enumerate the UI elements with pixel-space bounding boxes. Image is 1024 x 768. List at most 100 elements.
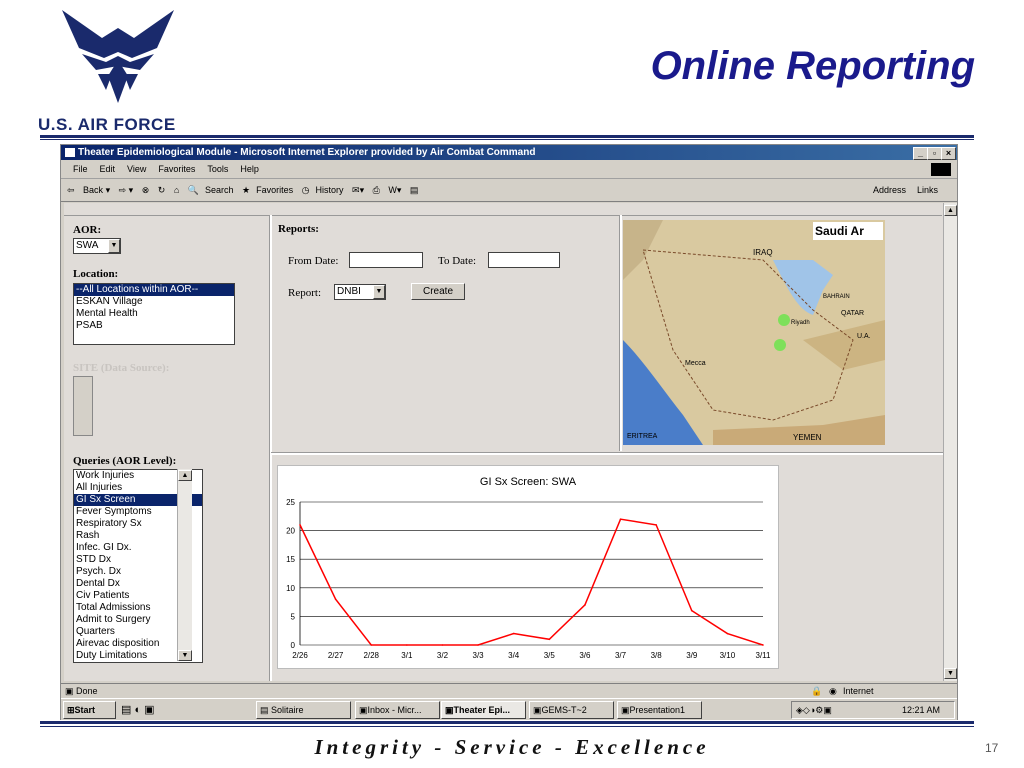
zone-text: Internet <box>843 686 874 696</box>
map-label-yemen: YEMEN <box>793 433 822 442</box>
chevron-down-icon[interactable]: ▼ <box>373 285 385 299</box>
aor-select[interactable]: SWA ▼ <box>73 238 121 254</box>
y-tick-label: 10 <box>286 584 295 593</box>
address-label[interactable]: Address <box>873 179 906 201</box>
list-item[interactable]: PSAB <box>74 320 234 332</box>
menu-favorites[interactable]: Favorites <box>158 164 195 174</box>
task-gems[interactable]: ▣GEMS-T~2 <box>529 701 614 719</box>
data-point <box>477 644 479 646</box>
windows-logo-icon <box>931 163 951 176</box>
menu-edit[interactable]: Edit <box>100 164 116 174</box>
chart-title: GI Sx Screen: SWA <box>480 476 577 488</box>
x-tick-label: 3/10 <box>720 651 736 660</box>
data-point <box>334 598 337 601</box>
x-tick-label: 2/26 <box>292 651 308 660</box>
taskbar: ⊞Start ▤ ◐ ▣ ▤ Solitaire ▣Inbox - Micr..… <box>61 698 957 720</box>
map-label-qatar: QATAR <box>841 310 864 317</box>
map-label-eritrea: ERITREA <box>627 433 658 440</box>
minimize-button[interactable]: _ <box>913 147 928 160</box>
data-point <box>584 604 586 606</box>
list-item[interactable]: ESKAN Village <box>74 296 234 308</box>
map-label-mecca: Mecca <box>685 360 706 367</box>
queries-label: Queries (AOR Level): <box>73 455 177 467</box>
toolbar: ⇦ Back ▾ ⇨ ▾ ⊗ ↻ ⌂ 🔍 Search ★ Favorites ◷ H… <box>61 179 957 202</box>
page-content: ▲ ▼ AOR: SWA ▼ Location: --All Locations … <box>64 203 957 681</box>
slide-title: Online Reporting <box>650 44 975 88</box>
list-item[interactable]: Mental Health <box>74 308 234 320</box>
site-list[interactable] <box>73 376 93 436</box>
system-tray: ◈◇◑⚙▣ 12:21 AM <box>791 701 955 719</box>
discuss-icon[interactable]: ▤ <box>410 185 419 195</box>
footer-rule-thin <box>40 726 974 727</box>
air-force-logo <box>62 10 174 103</box>
list-item[interactable]: --All Locations within AOR-- <box>74 284 234 296</box>
ie-icon <box>65 148 75 157</box>
x-tick-label: 2/27 <box>328 651 344 660</box>
map-label-iraq: IRAQ <box>753 248 773 257</box>
page-number: 17 <box>985 741 999 755</box>
x-tick-label: 3/1 <box>401 651 413 660</box>
data-point <box>726 632 729 635</box>
back-button[interactable]: ⇦ Back ▾ <box>67 185 110 195</box>
forward-button[interactable]: ⇨ ▾ <box>119 185 134 195</box>
report-label: Report: <box>288 287 321 299</box>
vertical-scrollbar[interactable]: ▲ ▼ <box>943 203 957 681</box>
task-theater-epi[interactable]: ▣Theater Epi... <box>441 701 526 719</box>
data-point <box>512 632 515 635</box>
from-date-input[interactable] <box>349 252 423 268</box>
scroll-down-icon[interactable]: ▼ <box>944 668 957 679</box>
scroll-up-icon[interactable]: ▲ <box>178 470 192 481</box>
close-button[interactable]: × <box>941 147 956 160</box>
y-tick-label: 0 <box>291 641 296 650</box>
links-label[interactable]: Links <box>917 179 938 201</box>
menu-file[interactable]: File <box>73 164 88 174</box>
mail-icon[interactable]: ✉▾ <box>352 185 364 195</box>
queries-scrollbar[interactable]: ▲ ▼ <box>177 469 192 661</box>
data-point <box>441 644 444 646</box>
maximize-button[interactable]: ▫ <box>927 147 942 160</box>
menu-view[interactable]: View <box>127 164 146 174</box>
to-date-input[interactable] <box>488 252 560 268</box>
y-tick-label: 5 <box>291 612 296 621</box>
menu-tools[interactable]: Tools <box>207 164 228 174</box>
y-tick-label: 15 <box>286 555 295 564</box>
tray-icons[interactable]: ◈◇◑⚙▣ <box>796 705 832 715</box>
scroll-down-icon[interactable]: ▼ <box>178 650 192 661</box>
menu-help[interactable]: Help <box>240 164 259 174</box>
refresh-icon[interactable]: ↻ <box>158 185 166 195</box>
map-divider <box>619 215 622 451</box>
saudi-arabia-map: Saudi Ar IRAQ YEMEN QATAR BAHRAIN Riyadh… <box>623 220 885 445</box>
x-tick-label: 3/6 <box>579 651 591 660</box>
header-rule-thin <box>40 139 974 140</box>
quick-launch-icons[interactable]: ▤ ◐ ▣ <box>121 703 155 716</box>
print-icon[interactable]: ⎙ <box>373 185 380 195</box>
air-force-wordmark: U.S. AIR FORCE <box>38 115 176 134</box>
task-presentation[interactable]: ▣Presentation1 <box>617 701 702 719</box>
stop-icon[interactable]: ⊗ <box>142 185 150 195</box>
start-button[interactable]: ⊞Start <box>63 701 116 719</box>
data-point <box>762 644 764 646</box>
task-inbox[interactable]: ▣Inbox - Micr... <box>355 701 440 719</box>
frame-header-strip <box>64 203 942 216</box>
edit-icon[interactable]: W▾ <box>388 185 401 195</box>
motto: Integrity - Service - Excellence <box>314 735 710 759</box>
task-solitaire[interactable]: ▤ Solitaire <box>256 701 351 719</box>
title-bar: Theater Epidemiological Module - Microso… <box>61 145 957 160</box>
location-list[interactable]: --All Locations within AOR-- ESKAN Villa… <box>73 283 235 345</box>
browser-window: Theater Epidemiological Module - Microso… <box>60 144 958 720</box>
create-button[interactable]: Create <box>411 283 465 300</box>
site-label: SITE (Data Source): <box>73 362 170 374</box>
globe-icon: ◉ <box>829 686 837 696</box>
chevron-down-icon[interactable]: ▼ <box>108 239 120 253</box>
report-select[interactable]: DNBI ▼ <box>334 284 386 300</box>
x-tick-label: 3/5 <box>544 651 556 660</box>
series-line <box>299 518 764 646</box>
map-label-bahrain: BAHRAIN <box>823 294 850 300</box>
x-tick-label: 3/3 <box>473 651 485 660</box>
home-icon[interactable]: ⌂ <box>174 185 179 195</box>
to-date-label: To Date: <box>438 255 477 267</box>
search-button[interactable]: 🔍 Search <box>188 185 234 195</box>
history-button[interactable]: ◷ History <box>302 185 344 195</box>
favorites-button[interactable]: ★ Favorites <box>242 185 293 195</box>
scroll-up-icon[interactable]: ▲ <box>944 205 957 216</box>
